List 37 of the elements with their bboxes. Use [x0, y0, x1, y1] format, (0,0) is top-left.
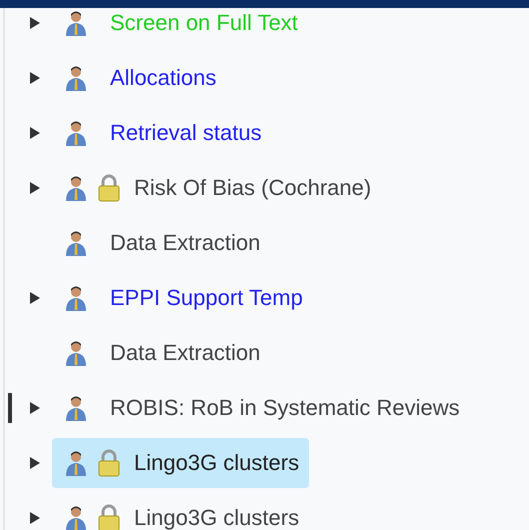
- tree-item[interactable]: Retrieval status: [52, 108, 272, 158]
- expand-caret-icon[interactable]: [29, 16, 41, 30]
- tree-item[interactable]: Lingo3G clusters: [52, 438, 310, 488]
- user-icon: [64, 230, 88, 256]
- user-icon: [64, 450, 88, 476]
- item-label: Risk Of Bias (Cochrane): [134, 176, 372, 200]
- user-icon: [64, 504, 88, 530]
- item-label: ROBIS: RoB in Systematic Reviews: [110, 396, 460, 420]
- item-label: Lingo3G clusters: [134, 450, 300, 474]
- item-label: Lingo3G clusters: [134, 506, 300, 530]
- tree-item[interactable]: Data Extraction: [52, 218, 270, 268]
- tree-item[interactable]: Risk Of Bias (Cochrane): [52, 162, 382, 212]
- user-icon: [64, 394, 88, 420]
- item-label: Allocations: [110, 66, 216, 90]
- expand-caret-icon[interactable]: [29, 456, 41, 470]
- expand-caret-icon[interactable]: [29, 400, 41, 414]
- item-label: EPPI Support Temp: [110, 286, 303, 310]
- user-icon: [64, 284, 88, 310]
- item-label: Retrieval status: [110, 120, 262, 144]
- user-icon: [64, 174, 88, 200]
- tree-item[interactable]: Lingo3G clusters: [52, 492, 310, 530]
- item-label: Screen on Full Text: [110, 10, 298, 34]
- user-icon: [64, 120, 88, 146]
- tree-item[interactable]: Data Extraction: [52, 328, 270, 378]
- tree-item[interactable]: EPPI Support Temp: [52, 272, 313, 322]
- expand-caret-icon[interactable]: [29, 510, 41, 524]
- expand-caret-icon[interactable]: [29, 290, 41, 304]
- expand-caret-icon[interactable]: [29, 126, 41, 140]
- item-label: Data Extraction: [110, 340, 260, 364]
- user-icon: [64, 10, 88, 36]
- expand-caret-icon[interactable]: [29, 180, 41, 194]
- tree-item[interactable]: ROBIS: RoB in Systematic Reviews: [52, 382, 470, 432]
- tree-item[interactable]: Allocations: [52, 52, 226, 102]
- user-icon: [64, 340, 88, 366]
- user-icon: [64, 64, 88, 90]
- expand-caret-icon[interactable]: [29, 70, 41, 84]
- item-label: Data Extraction: [110, 230, 260, 254]
